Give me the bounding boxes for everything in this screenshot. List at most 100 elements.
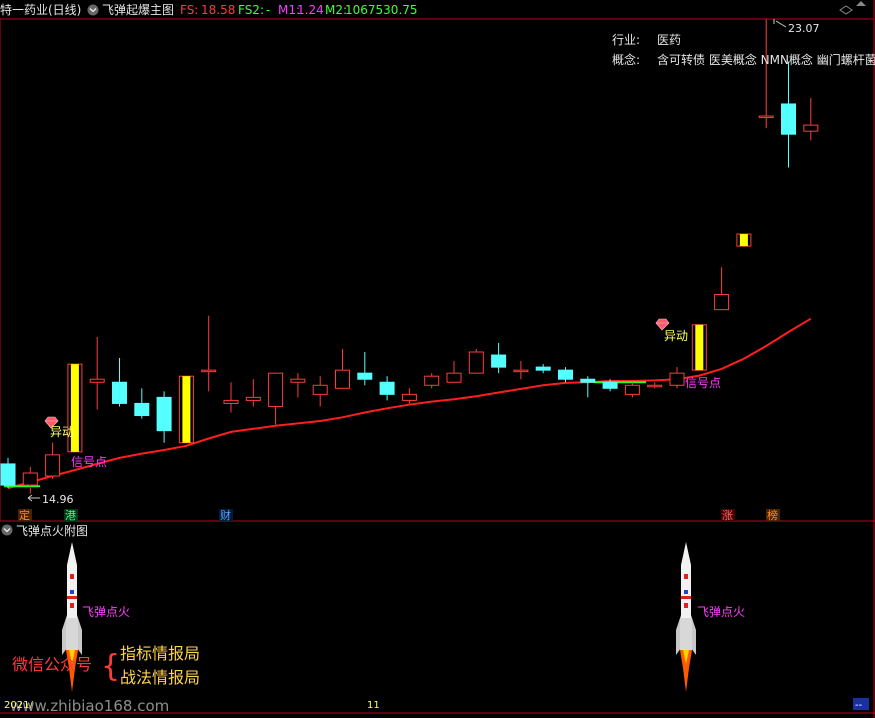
high-price-label: 23.07 [788,22,820,35]
signal-point-label: 信号点 [685,376,721,390]
ignite-label: 飞弹点火 [697,605,745,619]
watermark-site: www.zhibiao168.com [10,697,169,715]
candle-body-up [335,369,350,389]
footer-date-mid: 11 [367,700,380,711]
rocket-engine [680,618,692,650]
candle[interactable] [424,373,440,389]
candle[interactable] [691,324,707,371]
candle[interactable] [22,466,38,494]
candle[interactable] [0,457,16,489]
event-marker-cai[interactable]: 财 [220,508,231,522]
collapse-icon[interactable] [856,1,866,6]
signal-candle-fill [739,234,748,247]
fs-value: 18.58 [201,3,235,17]
candle-body-down [602,381,618,389]
candle[interactable] [714,267,730,311]
event-marker-zhang[interactable]: 涨 [722,509,733,522]
rocket-icon [676,542,696,692]
footer-button-label[interactable]: -- [855,700,863,711]
candle[interactable] [290,373,306,398]
concept-value: 含可转债 医美概念 NMN概念 幽门螺杆菌 [657,52,875,67]
candle[interactable] [491,342,507,374]
candle[interactable] [268,372,284,425]
candle-body-up [45,454,61,477]
candle[interactable] [357,352,373,386]
candle[interactable] [558,367,573,383]
diamond-icon[interactable] [839,5,853,15]
candle-body-down [357,372,373,380]
m1-value: 1.24 [297,3,324,17]
candle-body-up [89,378,105,383]
rocket-band [684,590,688,594]
candle[interactable] [45,442,61,480]
candle[interactable] [513,361,529,380]
main-indicator-name[interactable]: 飞弹起爆主图 [102,3,174,17]
candle[interactable] [201,315,217,392]
candle-body-up [312,384,328,395]
chevron-down-icon[interactable] [87,4,99,16]
yidong-label: 异动 [50,425,74,439]
candle-body-up [513,369,529,373]
candle[interactable] [134,388,150,419]
sub-panel-title[interactable]: 飞弹点火附图 [16,524,88,538]
candle-body-up [803,124,819,132]
candle-body-up [624,384,640,395]
candle[interactable] [647,382,663,389]
candle[interactable] [245,379,261,407]
candle[interactable] [89,336,105,410]
candle-body-up [245,396,261,401]
candle-body-down [491,354,507,368]
candle[interactable] [803,97,819,141]
candle[interactable] [624,382,640,398]
candle-body-down [134,402,150,417]
candle-body-up [22,472,38,486]
candle[interactable] [446,361,462,383]
candle-body-down [156,396,172,432]
industry-value: 医药 [657,33,681,47]
rocket-band [67,596,77,599]
candle-body-up [468,351,484,374]
fs2-label: FS2: [238,3,264,17]
candle-body-up [201,369,217,373]
candle[interactable] [379,376,395,401]
watermark-name2: 战法情报局 [120,668,200,687]
candle[interactable] [112,358,127,407]
candle[interactable] [156,391,172,443]
yidong-label: 异动 [664,329,688,343]
candle[interactable] [781,61,796,168]
chevron-down-icon[interactable] [1,524,13,536]
rocket-window [70,574,74,579]
candle-body-up [223,399,239,404]
m2-label: M2: [325,3,347,17]
candle[interactable] [401,388,417,404]
high-arrow [775,20,787,28]
rocket-engine [66,618,78,650]
candle[interactable] [178,375,194,444]
candle[interactable] [335,348,350,389]
candle[interactable] [758,19,774,129]
candle[interactable] [535,364,551,374]
rocket-body [67,542,77,620]
candle-body-down [112,381,127,404]
candle[interactable] [223,382,239,413]
candle[interactable] [580,376,596,398]
rocket-band [70,590,74,594]
candle[interactable] [736,233,752,247]
concept-label: 概念: [612,52,640,67]
industry-label: 行业: [612,33,640,47]
event-marker-gang[interactable]: 港 [65,509,76,522]
signal-candle-fill [695,324,704,371]
main-panel-frame [0,18,875,522]
event-marker-bang[interactable]: 榜 [767,508,778,522]
candle-body-down [580,378,596,383]
candle-body-up [446,372,462,383]
candle[interactable] [468,348,484,374]
candle[interactable] [312,376,328,407]
event-marker-ding[interactable]: 定 [19,508,30,522]
candle-body-down [535,366,551,371]
candle[interactable] [669,367,685,389]
stock-name[interactable]: 特一药业(日线) [0,2,81,17]
rocket-band [681,596,691,599]
rocket-window [684,574,688,579]
candle-body-up [647,384,663,388]
